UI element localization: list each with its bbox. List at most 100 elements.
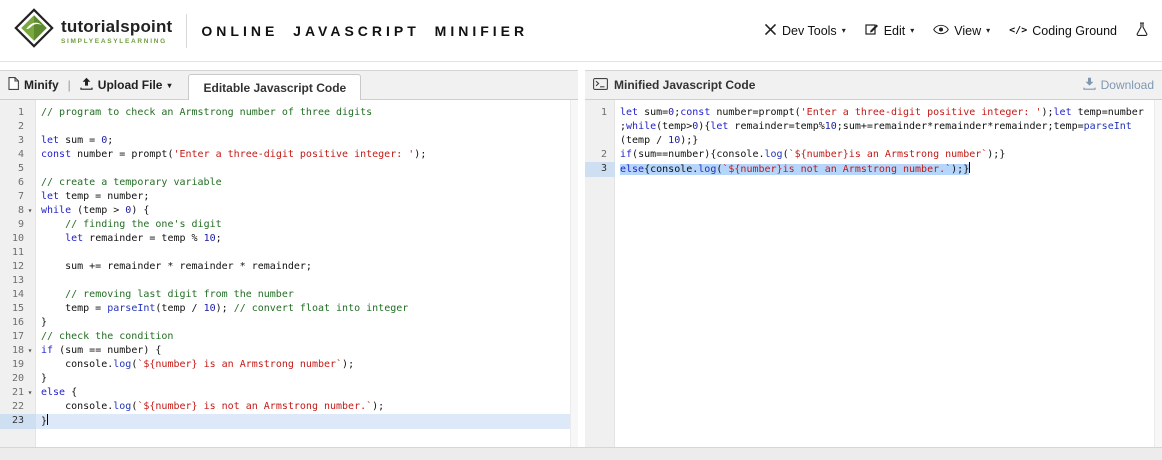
- upload-file-label: Upload File: [98, 78, 163, 92]
- line-number[interactable]: 17: [0, 330, 36, 344]
- code-line[interactable]: 7let temp = number;: [0, 190, 578, 204]
- editable-code-editor[interactable]: 1// program to check an Armstrong number…: [0, 100, 578, 447]
- tutorialspoint-logo[interactable]: tutorialspoint SIMPLYEASYLEARNING: [14, 8, 172, 53]
- line-number[interactable]: 2: [585, 148, 615, 162]
- left-editor-vertical-scrollbar[interactable]: [570, 100, 578, 447]
- horizontal-scrollbar[interactable]: [0, 447, 1162, 460]
- selected-text: else{console.log(`${number}is not an Arm…: [620, 164, 969, 175]
- code-line[interactable]: 15 temp = parseInt(temp / 10); // conver…: [0, 302, 578, 316]
- line-number[interactable]: 14: [0, 288, 36, 302]
- code-line[interactable]: 12 sum += remainder * remainder * remain…: [0, 260, 578, 274]
- line-number[interactable]: 10: [0, 232, 36, 246]
- code-line[interactable]: 6// create a temporary variable: [0, 176, 578, 190]
- code-lines: 1// program to check an Armstrong number…: [0, 100, 578, 429]
- header-nav: Dev Tools ▾ Edit ▾ View ▾ </> Coding Gro…: [764, 22, 1148, 40]
- tutorialspoint-logo-icon: [14, 8, 54, 53]
- fold-toggle-icon[interactable]: ▾: [24, 204, 36, 218]
- line-number[interactable]: 22: [0, 400, 36, 414]
- code-line[interactable]: 16}: [0, 316, 578, 330]
- code-line[interactable]: 23}: [0, 414, 578, 429]
- line-number[interactable]: 9: [0, 218, 36, 232]
- minify-button[interactable]: Minify: [8, 77, 59, 93]
- split-view: Minify | Upload File ▾ Editable Javascri…: [0, 70, 1162, 447]
- code-line[interactable]: 18▾if (sum == number) {: [0, 344, 578, 358]
- code-line[interactable]: 21▾else {: [0, 386, 578, 400]
- line-number[interactable]: 6: [0, 176, 36, 190]
- chevron-down-icon: ▾: [910, 26, 914, 35]
- right-editor-vertical-scrollbar[interactable]: [1154, 100, 1162, 447]
- tab-label: Editable Javascript Code: [203, 81, 346, 95]
- code-line[interactable]: 17// check the condition: [0, 330, 578, 344]
- line-number[interactable]: 20: [0, 372, 36, 386]
- lab-flask-icon: [1136, 22, 1148, 40]
- line-number[interactable]: 1: [585, 106, 615, 148]
- code-line[interactable]: 3 else{console.log(`${number}is not an Ar…: [585, 162, 1162, 177]
- download-icon: [1083, 77, 1096, 93]
- tab-editable-javascript-code[interactable]: Editable Javascript Code: [188, 74, 361, 100]
- line-number[interactable]: 4: [0, 148, 36, 162]
- eye-icon: [933, 24, 949, 38]
- code-line[interactable]: 5: [0, 162, 578, 176]
- nav-lab[interactable]: [1136, 22, 1148, 40]
- fold-toggle-icon[interactable]: ▾: [24, 344, 36, 358]
- document-icon: [8, 77, 19, 93]
- line-number[interactable]: 1: [0, 106, 36, 120]
- code-line[interactable]: 19 console.log(`${number} is an Armstron…: [0, 358, 578, 372]
- code-line[interactable]: 1let sum=0;const number=prompt('Enter a …: [585, 106, 1162, 148]
- line-number[interactable]: 8▾: [0, 204, 36, 218]
- line-number[interactable]: 18▾: [0, 344, 36, 358]
- minified-code-title-group: Minified Javascript Code: [593, 78, 755, 93]
- code-line[interactable]: 11: [0, 246, 578, 260]
- minified-code-editor[interactable]: 1let sum=0;const number=prompt('Enter a …: [585, 100, 1162, 447]
- line-number[interactable]: 23: [0, 414, 36, 429]
- line-number[interactable]: 19: [0, 358, 36, 372]
- code-line[interactable]: 13: [0, 274, 578, 288]
- minify-button-label: Minify: [24, 78, 59, 92]
- code-line[interactable]: 14 // removing last digit from the numbe…: [0, 288, 578, 302]
- code-line[interactable]: 1// program to check an Armstrong number…: [0, 106, 578, 120]
- page-title: ONLINE JAVASCRIPT MINIFIER: [201, 23, 528, 39]
- text-cursor: [969, 162, 970, 173]
- dev-tools-icon: [764, 23, 777, 39]
- code-line[interactable]: 22 console.log(`${number} is not an Arms…: [0, 400, 578, 414]
- line-number[interactable]: 11: [0, 246, 36, 260]
- upload-file-button[interactable]: Upload File ▾: [80, 77, 172, 93]
- line-number[interactable]: 3: [585, 162, 615, 177]
- right-toolbar: Minified Javascript Code Download: [585, 70, 1162, 100]
- nav-coding-ground-label: Coding Ground: [1032, 24, 1117, 38]
- nav-edit[interactable]: Edit ▾: [865, 22, 915, 39]
- terminal-icon: [593, 78, 608, 93]
- code-line[interactable]: 8▾while (temp > 0) {: [0, 204, 578, 218]
- line-number[interactable]: 13: [0, 274, 36, 288]
- nav-coding-ground[interactable]: </> Coding Ground: [1009, 24, 1117, 38]
- line-number[interactable]: 5: [0, 162, 36, 176]
- code-line[interactable]: 2if(sum==number){console.log(`${number}i…: [585, 148, 1162, 162]
- toolbar-separator: |: [68, 78, 71, 92]
- code-line[interactable]: 4const number = prompt('Enter a three-di…: [0, 148, 578, 162]
- line-number[interactable]: 7: [0, 190, 36, 204]
- nav-dev-tools[interactable]: Dev Tools ▾: [764, 23, 846, 39]
- upload-icon: [80, 77, 93, 93]
- nav-view-label: View: [954, 24, 981, 38]
- code-line[interactable]: 20}: [0, 372, 578, 386]
- chevron-down-icon: ▾: [842, 26, 846, 35]
- line-number[interactable]: 12: [0, 260, 36, 274]
- code-line[interactable]: 3let sum = 0;: [0, 134, 578, 148]
- line-number[interactable]: 2: [0, 120, 36, 134]
- nav-view[interactable]: View ▾: [933, 24, 990, 38]
- code-line[interactable]: 10 let remainder = temp % 10;: [0, 232, 578, 246]
- fold-toggle-icon[interactable]: ▾: [24, 386, 36, 400]
- minified-code-title: Minified Javascript Code: [614, 78, 755, 92]
- line-number[interactable]: 21▾: [0, 386, 36, 400]
- chevron-down-icon: ▾: [986, 26, 990, 35]
- left-toolbar: Minify | Upload File ▾ Editable Javascri…: [0, 70, 578, 100]
- download-button[interactable]: Download: [1083, 77, 1154, 93]
- minified-code-panel: Minified Javascript Code Download 1let s…: [585, 70, 1162, 447]
- app-header: tutorialspoint SIMPLYEASYLEARNING ONLINE…: [0, 0, 1162, 62]
- code-line[interactable]: 2: [0, 120, 578, 134]
- line-number[interactable]: 3: [0, 134, 36, 148]
- line-number[interactable]: 16: [0, 316, 36, 330]
- code-line[interactable]: 9 // finding the one's digit: [0, 218, 578, 232]
- header-divider: [186, 14, 187, 48]
- line-number[interactable]: 15: [0, 302, 36, 316]
